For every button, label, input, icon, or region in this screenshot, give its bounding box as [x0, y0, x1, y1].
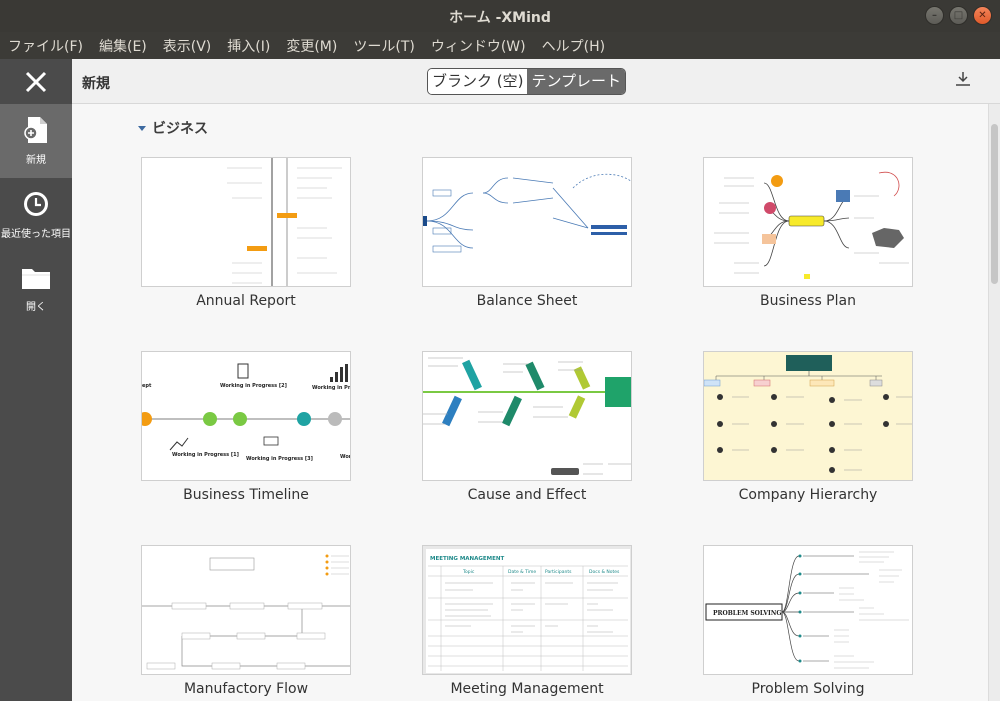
template-name: Cause and Effect [467, 487, 587, 503]
template-gallery: ビジネス Annual Report Balance Sheet Busines… [72, 104, 988, 701]
mode-switch: ブランク (空) テンプレート [427, 68, 627, 95]
sidebar: 新規 最近使った項目 開く [0, 59, 72, 701]
menu-edit[interactable]: 編集(E) [99, 36, 147, 56]
sidebar-item-label: 開く [26, 302, 46, 313]
svg-text:Working in Progre: Working in Progre [312, 385, 351, 391]
svg-text:ept: ept [142, 383, 152, 389]
toolbar: 新規 ブランク (空) テンプレート [72, 59, 1000, 104]
menu-insert[interactable]: 挿入(I) [227, 36, 270, 56]
thumbnail: Working in Progress [2] Working in Progr… [141, 351, 351, 481]
folder-icon [22, 269, 50, 289]
template-name: Business Timeline [183, 487, 309, 503]
template-card-problem-solving[interactable]: PROBLEM SOLVING Problem Solving [703, 545, 913, 697]
collapse-triangle-icon [138, 125, 146, 131]
svg-text:Working in Progress [3]: Working in Progress [3] [246, 456, 313, 462]
thumbnail: PROBLEM SOLVING [703, 545, 913, 675]
svg-text:Working in Progress [2]: Working in Progress [2] [220, 383, 287, 389]
section-title: ビジネス [152, 121, 208, 137]
template-name: Problem Solving [751, 681, 865, 697]
svg-text:Participants: Participants [545, 569, 572, 575]
thumbnail: MEETING MANAGEMENT Topic Date & Time Part… [422, 545, 632, 675]
window-title: ホーム -XMind [449, 10, 551, 26]
minimize-icon[interactable]: – [925, 6, 944, 25]
template-name: Business Plan [760, 293, 856, 309]
template-card-business-timeline[interactable]: Working in Progress [2] Working in Progr… [141, 351, 351, 503]
thumbnail [703, 351, 913, 481]
template-name: Manufactory Flow [183, 681, 309, 697]
svg-text:Date & Time: Date & Time [508, 569, 536, 575]
template-card-annual-report[interactable]: Annual Report [141, 157, 351, 309]
template-name: Balance Sheet [476, 293, 578, 309]
tab-template[interactable]: テンプレート [527, 69, 626, 94]
template-card-balance-sheet[interactable]: Balance Sheet [422, 157, 632, 309]
svg-text:MEETING MANAGEMENT: MEETING MANAGEMENT [430, 556, 505, 562]
sidebar-item-label: 新規 [26, 155, 46, 166]
menu-modify[interactable]: 変更(M) [286, 36, 337, 56]
import-icon[interactable] [954, 71, 972, 87]
scrollbar-thumb[interactable] [991, 124, 998, 284]
template-name: Meeting Management [450, 681, 604, 697]
menu-bar: ファイル(F) 編集(E) 表示(V) 挿入(I) 変更(M) ツール(T) ウ… [0, 32, 1000, 59]
close-window-icon[interactable]: ✕ [973, 6, 992, 25]
title-bar: ホーム -XMind – □ ✕ [0, 0, 1000, 32]
sidebar-item-open[interactable]: 開く [0, 252, 72, 326]
thumbnail [141, 545, 351, 675]
template-name: Company Hierarchy [738, 487, 878, 503]
page-title: 新規 [82, 76, 110, 92]
template-card-business-plan[interactable]: Business Plan [703, 157, 913, 309]
section-business[interactable]: ビジネス [138, 118, 208, 138]
thumbnail [703, 157, 913, 287]
menu-help[interactable]: ヘルプ(H) [542, 36, 605, 56]
menu-view[interactable]: 表示(V) [163, 36, 212, 56]
svg-text:PROBLEM SOLVING: PROBLEM SOLVING [713, 610, 781, 617]
thumbnail [422, 351, 632, 481]
new-file-icon [24, 117, 47, 143]
menu-file[interactable]: ファイル(F) [8, 36, 83, 56]
maximize-icon[interactable]: □ [949, 6, 968, 25]
svg-text:Working in Progress [1]: Working in Progress [1] [172, 452, 239, 458]
template-card-manufactory-flow[interactable]: Manufactory Flow [141, 545, 351, 697]
template-name: Annual Report [196, 293, 296, 309]
thumbnail [141, 157, 351, 287]
template-card-cause-and-effect[interactable]: Cause and Effect [422, 351, 632, 503]
svg-text:Work: Work [340, 454, 351, 460]
template-card-company-hierarchy[interactable]: Company Hierarchy [703, 351, 913, 503]
svg-text:Topic: Topic [462, 569, 475, 575]
tab-blank[interactable]: ブランク (空) [428, 69, 528, 94]
clock-icon [24, 192, 48, 216]
thumbnail [422, 157, 632, 287]
template-card-meeting-management[interactable]: MEETING MANAGEMENT Topic Date & Time Part… [422, 545, 632, 697]
sidebar-item-label: 最近使った項目 [1, 229, 71, 240]
close-icon [25, 71, 47, 92]
menu-tools[interactable]: ツール(T) [353, 36, 414, 56]
menu-window[interactable]: ウィンドウ(W) [431, 36, 526, 56]
svg-text:Docs & Notes: Docs & Notes [589, 569, 620, 575]
sidebar-item-new[interactable]: 新規 [0, 104, 72, 178]
close-home-button[interactable] [0, 59, 72, 104]
vertical-scrollbar[interactable] [988, 104, 1000, 701]
sidebar-item-recent[interactable]: 最近使った項目 [0, 178, 72, 252]
